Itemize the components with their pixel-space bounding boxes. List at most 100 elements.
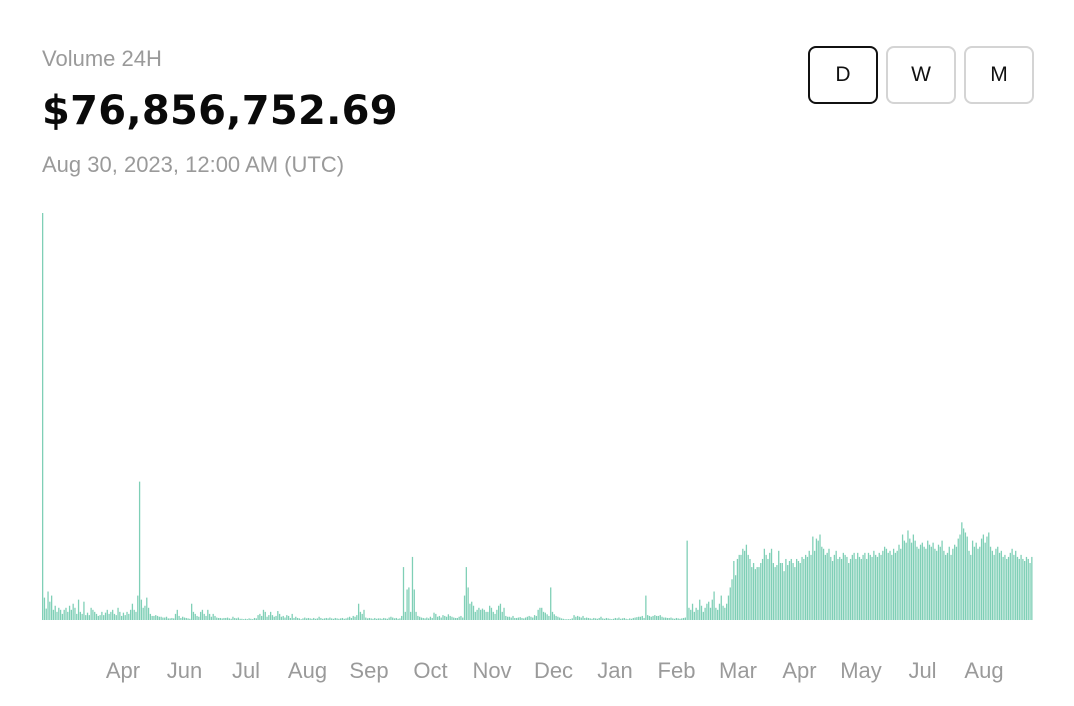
bar-series xyxy=(42,213,1033,621)
volume-bar xyxy=(514,617,516,620)
volume-bar xyxy=(688,607,690,620)
range-week-button[interactable]: W xyxy=(886,46,956,104)
volume-bar xyxy=(454,617,457,620)
volume-bar xyxy=(492,611,494,620)
volume-bar xyxy=(720,595,722,620)
volume-bar xyxy=(605,617,608,620)
volume-bar xyxy=(602,618,604,620)
volume-bar xyxy=(97,615,99,620)
volume-bar xyxy=(955,546,958,620)
volume-bar xyxy=(993,554,995,620)
x-tick-label: Jan xyxy=(597,658,632,683)
volume-bar xyxy=(995,548,997,620)
volume-bar xyxy=(304,617,306,620)
volume-bar xyxy=(480,609,482,620)
volume-bar xyxy=(239,618,241,620)
volume-bar xyxy=(927,540,929,620)
volume-bar xyxy=(971,540,974,620)
volume-bar xyxy=(743,550,746,620)
volume-bar xyxy=(508,616,511,620)
volume-bar xyxy=(704,607,706,620)
volume-bar xyxy=(713,591,715,620)
volume-bar xyxy=(476,609,478,620)
volume-bar xyxy=(183,617,186,620)
volume-bar xyxy=(559,617,561,620)
volume-bar xyxy=(533,615,536,620)
metric-timestamp: Aug 30, 2023, 12:00 AM (UTC) xyxy=(42,152,345,177)
volume-bar xyxy=(585,617,588,620)
volume-bar xyxy=(677,618,679,620)
volume-bar xyxy=(56,611,58,620)
volume-bar xyxy=(718,603,721,620)
volume-bar xyxy=(765,554,767,620)
volume-bar xyxy=(822,548,825,620)
volume-bar xyxy=(878,552,880,621)
volume-bar xyxy=(427,618,430,620)
volume-bar xyxy=(261,615,263,620)
volume-bar xyxy=(212,613,214,620)
volume-bar xyxy=(630,618,633,620)
volume-bar xyxy=(880,554,882,620)
volume-bar xyxy=(542,611,545,620)
volume-bar xyxy=(770,548,773,620)
volume-bar xyxy=(648,615,651,620)
volume-bar xyxy=(345,618,347,620)
volume-bar xyxy=(79,611,81,620)
volume-bar xyxy=(532,617,534,620)
range-day-button[interactable]: D xyxy=(808,46,878,104)
volume-bar xyxy=(70,609,73,620)
volume-bar xyxy=(794,567,796,620)
volume-bar xyxy=(228,618,230,620)
volume-bar xyxy=(584,617,586,620)
volume-bar xyxy=(550,587,552,620)
volume-bar xyxy=(984,542,986,620)
volume-bar xyxy=(837,558,839,620)
volume-bar xyxy=(410,611,412,620)
volume-bar xyxy=(375,618,378,620)
volume-bar xyxy=(282,615,284,620)
volume-bar xyxy=(657,615,660,620)
volume-bar xyxy=(445,616,448,620)
volume-bar xyxy=(700,605,703,620)
volume-bar xyxy=(752,563,755,620)
volume-bar xyxy=(577,615,579,620)
volume-bar xyxy=(318,616,320,620)
volume-bar xyxy=(541,607,543,620)
volume-bar xyxy=(162,617,164,620)
volume-bar xyxy=(357,603,360,620)
volume-bar xyxy=(1022,558,1024,620)
volume-bar xyxy=(487,611,489,620)
volume-bar xyxy=(235,618,238,620)
volume-bar xyxy=(501,611,503,620)
volume-bar xyxy=(381,618,383,620)
volume-bar xyxy=(120,615,123,620)
volume-bar xyxy=(894,552,897,621)
range-month-button[interactable]: M xyxy=(964,46,1034,104)
volume-bar xyxy=(174,613,177,620)
volume-bar xyxy=(790,558,792,620)
volume-bar xyxy=(356,615,358,620)
volume-bar xyxy=(883,546,886,620)
volume-bar xyxy=(745,544,748,620)
x-tick-label: Oct xyxy=(413,658,447,683)
volume-bar xyxy=(372,618,374,620)
volume-bar xyxy=(133,609,135,620)
volume-bar xyxy=(655,615,658,620)
volume-bar xyxy=(81,613,83,620)
volume-bar xyxy=(885,548,888,620)
volume-bar xyxy=(277,611,279,620)
volume-bar xyxy=(962,528,965,621)
volume-bar xyxy=(393,618,396,620)
volume-bar xyxy=(1011,548,1013,620)
volume-bar xyxy=(325,617,327,620)
volume-bar xyxy=(787,565,789,621)
volume-bar xyxy=(954,544,956,620)
volume-bar xyxy=(903,540,906,620)
volume-bar xyxy=(65,607,67,620)
volume-bar xyxy=(945,554,947,620)
volume-bar xyxy=(957,538,959,620)
volume-bar xyxy=(67,611,69,620)
x-tick-label: Nov xyxy=(472,658,511,683)
volume-bar xyxy=(88,615,90,620)
volume-bar xyxy=(354,616,356,620)
